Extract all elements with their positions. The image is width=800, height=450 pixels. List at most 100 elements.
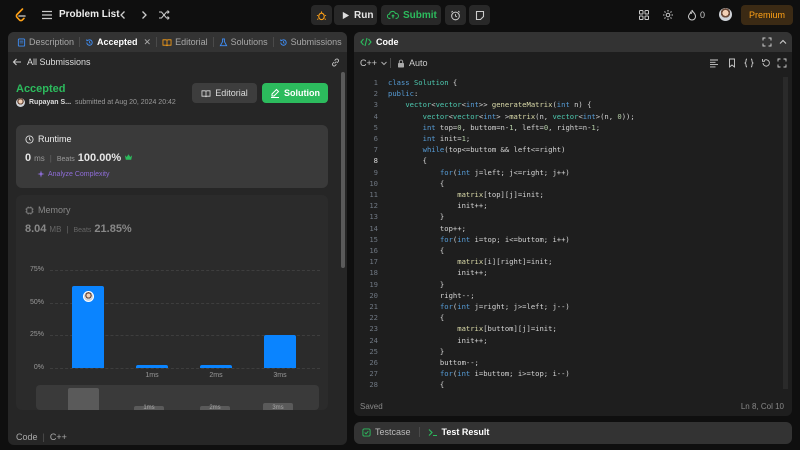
clock-icon bbox=[25, 134, 34, 144]
runtime-card[interactable]: Runtime 0 ms | Beats 100.00% Analyze Com… bbox=[16, 125, 328, 188]
footer-divider: | bbox=[42, 432, 45, 442]
close-tab-icon[interactable]: ✕ bbox=[144, 37, 152, 48]
user-avatar[interactable] bbox=[719, 8, 732, 21]
tab-submissions[interactable]: Submissions bbox=[274, 32, 347, 52]
code-line[interactable]: matrix[buttom][j]=init; bbox=[388, 323, 557, 334]
code-line[interactable]: for(int i=buttom; i>=top; i--) bbox=[388, 368, 570, 379]
overview-label: 1ms bbox=[143, 405, 155, 411]
code-line[interactable]: vector<vector<int> >matrix(n, vector<int… bbox=[388, 111, 635, 122]
braces-icon[interactable] bbox=[744, 58, 754, 68]
premium-button[interactable]: Premium bbox=[741, 5, 793, 25]
code-line[interactable]: matrix[top][j]=init; bbox=[388, 189, 544, 200]
chart-bar[interactable] bbox=[136, 364, 168, 368]
code-line[interactable]: int top=0, buttom=n-1, left=0, right=n-1… bbox=[388, 122, 600, 133]
code-line[interactable]: } bbox=[388, 279, 444, 290]
streak-count: 0 bbox=[700, 10, 706, 20]
metric-divider: | bbox=[66, 225, 69, 234]
distribution-overview[interactable]: 1ms 2ms 3ms bbox=[36, 385, 319, 411]
code-line[interactable]: } bbox=[388, 346, 444, 357]
editor-scrollbar[interactable] bbox=[783, 77, 788, 389]
avatar[interactable] bbox=[16, 98, 25, 107]
submit-button-label: Submit bbox=[403, 9, 437, 21]
problem-list-icon[interactable] bbox=[41, 9, 53, 21]
chart-bar[interactable] bbox=[200, 364, 232, 368]
code-line[interactable]: int init=1; bbox=[388, 133, 471, 144]
chevron-down-icon bbox=[380, 59, 388, 67]
analyze-complexity-link[interactable]: Analyze Complexity bbox=[37, 170, 109, 178]
settings-gear-icon[interactable] bbox=[662, 9, 674, 21]
auto-mode-toggle[interactable]: Auto bbox=[397, 58, 428, 68]
editorial-button-label: Editorial bbox=[215, 88, 248, 98]
notes-icon[interactable] bbox=[469, 5, 490, 25]
code-line[interactable]: init++; bbox=[388, 267, 487, 278]
shuffle-icon[interactable] bbox=[158, 9, 170, 21]
tab-accepted[interactable]: Accepted ✕ bbox=[80, 32, 156, 52]
code-line[interactable]: right--; bbox=[388, 290, 475, 301]
code-line[interactable]: { bbox=[388, 178, 444, 189]
code-line[interactable]: { bbox=[388, 312, 444, 323]
code-line[interactable]: } bbox=[388, 211, 444, 222]
run-button[interactable]: Run bbox=[334, 5, 377, 25]
x-tick-label: 1ms bbox=[145, 372, 159, 379]
chart-bar[interactable] bbox=[264, 335, 296, 368]
chevron-left-icon[interactable] bbox=[117, 9, 129, 21]
code-line[interactable]: { bbox=[388, 245, 444, 256]
code-editor[interactable]: 1 class Solution {2 public: 3 vector<vector… bbox=[354, 77, 778, 389]
bookmark-icon[interactable] bbox=[727, 58, 737, 68]
memory-beats-label: Beats bbox=[73, 227, 92, 234]
code-line[interactable]: { bbox=[388, 379, 444, 390]
memory-value: 8.04 bbox=[25, 223, 47, 235]
code-line[interactable]: public: bbox=[388, 88, 418, 99]
fullscreen-icon[interactable] bbox=[777, 58, 787, 68]
code-line[interactable]: buttom--; bbox=[388, 357, 479, 368]
code-tab-title[interactable]: Code bbox=[376, 37, 399, 47]
code-line[interactable]: for(int j=left; j<=right; j++) bbox=[388, 167, 570, 178]
timer-icon[interactable] bbox=[445, 5, 466, 25]
line-number: 19 bbox=[369, 279, 378, 289]
line-number: 27 bbox=[369, 369, 378, 379]
tab-test-result[interactable]: Test Result bbox=[442, 427, 490, 437]
chevron-up-icon[interactable] bbox=[778, 37, 788, 47]
code-line[interactable]: init++; bbox=[388, 200, 487, 211]
submit-button[interactable]: Submit bbox=[381, 5, 441, 25]
code-line[interactable]: while(top<=buttom && left<=right) bbox=[388, 144, 566, 155]
crown-icon bbox=[124, 153, 133, 161]
tab-testcase[interactable]: Testcase bbox=[375, 427, 411, 437]
code-line[interactable]: init++; bbox=[388, 335, 487, 346]
memory-metric: 8.04 MB | Beats 21.85% bbox=[25, 223, 132, 235]
submission-meta: Rupayan S... submitted at Aug 20, 2024 2… bbox=[16, 98, 176, 107]
editorial-button[interactable]: Editorial bbox=[192, 83, 257, 103]
tab-editorial[interactable]: Editorial bbox=[157, 32, 213, 52]
left-panel-scrollbar[interactable] bbox=[341, 72, 345, 268]
document-icon bbox=[17, 37, 26, 47]
debug-icon[interactable] bbox=[311, 5, 332, 25]
format-icon[interactable] bbox=[709, 58, 719, 68]
line-number: 8 bbox=[373, 156, 378, 166]
problem-list-title[interactable]: Problem List bbox=[59, 9, 120, 20]
tab-description[interactable]: Description bbox=[12, 32, 79, 52]
leetcode-logo-icon[interactable] bbox=[13, 7, 29, 23]
code-line[interactable]: vector<vector<int>> generateMatrix(int n… bbox=[388, 99, 591, 110]
share-link-icon[interactable] bbox=[330, 57, 341, 68]
code-line[interactable]: for(int j=right; j>=left; j--) bbox=[388, 301, 570, 312]
code-line[interactable]: for(int i=top; i<=buttom; i++) bbox=[388, 234, 570, 245]
tab-solutions[interactable]: Solutions bbox=[214, 32, 273, 52]
y-tick-label: 0% bbox=[33, 364, 44, 371]
fire-streak-icon[interactable] bbox=[686, 9, 698, 21]
all-submissions-link[interactable]: All Submissions bbox=[12, 57, 91, 67]
layout-grid-icon[interactable] bbox=[638, 9, 650, 21]
chevron-right-icon[interactable] bbox=[138, 9, 150, 21]
username[interactable]: Rupayan S... bbox=[29, 99, 71, 106]
solution-button[interactable]: Solution bbox=[262, 83, 328, 103]
code-line[interactable]: matrix[i][right]=init; bbox=[388, 256, 552, 267]
memory-beats-value: 21.85% bbox=[94, 223, 132, 235]
line-number: 28 bbox=[369, 380, 378, 390]
line-number: 12 bbox=[369, 201, 378, 211]
language-select[interactable]: C++ bbox=[360, 58, 388, 68]
code-line[interactable]: class Solution { bbox=[388, 77, 457, 88]
code-line[interactable]: { bbox=[388, 155, 427, 166]
reset-icon[interactable] bbox=[761, 58, 771, 68]
line-number: 17 bbox=[369, 257, 378, 267]
expand-icon[interactable] bbox=[762, 37, 772, 47]
code-line[interactable]: top++; bbox=[388, 223, 466, 234]
